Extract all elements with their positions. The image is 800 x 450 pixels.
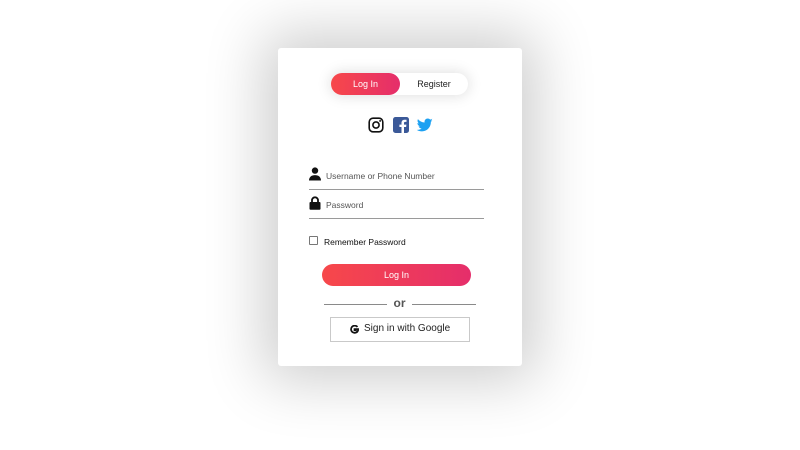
login-card: Log In Register Remember Pass [278, 48, 522, 366]
password-field [309, 196, 484, 219]
tab-login[interactable]: Log In [331, 73, 400, 95]
auth-toggle: Log In Register [331, 73, 468, 95]
username-input[interactable] [326, 169, 476, 183]
remember-checkbox[interactable] [309, 236, 318, 245]
user-icon [309, 167, 321, 181]
facebook-icon[interactable] [393, 117, 409, 133]
tab-register[interactable]: Register [400, 73, 468, 95]
google-icon [350, 325, 359, 334]
lock-icon [309, 196, 321, 210]
password-input[interactable] [326, 198, 476, 212]
divider-line-left [324, 304, 387, 305]
remember-label[interactable]: Remember Password [324, 237, 406, 247]
username-field [309, 167, 484, 190]
instagram-icon[interactable] [368, 117, 384, 133]
google-signin-label: Sign in with Google [364, 323, 451, 334]
divider-text: or [393, 296, 406, 310]
login-button[interactable]: Log In [322, 264, 471, 286]
divider-line-right [412, 304, 476, 305]
google-signin-button[interactable]: Sign in with Google [330, 317, 470, 342]
twitter-icon[interactable] [417, 117, 433, 133]
